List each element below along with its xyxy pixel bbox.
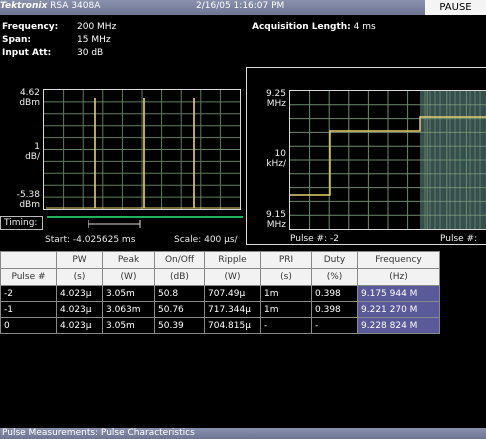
table-cell: 3.05m xyxy=(102,285,155,302)
status-bar: Pulse Measurements: Pulse Characteristic… xyxy=(0,428,486,439)
column-unit: (Hz) xyxy=(357,268,440,286)
column-header: Peak xyxy=(102,251,155,269)
frequency-graticule xyxy=(290,91,486,229)
table-cell: 4.023µ xyxy=(56,301,103,318)
timing-window-marker[interactable] xyxy=(88,220,148,230)
table-cell: 0.398 xyxy=(311,285,358,302)
column-unit: (s) xyxy=(260,268,312,286)
column-header: PRI xyxy=(260,251,312,269)
frequency-cell: 9.228 824 M xyxy=(357,317,440,334)
left-top-unit: dBm xyxy=(19,98,40,108)
table-cell: 1m xyxy=(260,301,312,318)
table-cell: 50.39 xyxy=(154,317,205,334)
frequency-label: Frequency: xyxy=(2,22,59,32)
frequency-value: 200 MHz xyxy=(77,22,117,32)
span-value: 15 MHz xyxy=(77,35,111,45)
column-header: On/Off xyxy=(154,251,205,269)
column-header: Ripple xyxy=(204,251,261,269)
table-cell: 704.815µ xyxy=(204,317,261,334)
left-scale-value: 1 xyxy=(34,142,40,152)
timing-bar[interactable]: Timing: xyxy=(0,216,244,230)
acquisition-label: Acquisition Length: xyxy=(252,22,351,32)
power-vs-time-plot[interactable] xyxy=(43,89,241,210)
time-scale-label: Scale: 400 µs/ xyxy=(174,235,238,245)
input-att-readout: Input Att: xyxy=(2,48,51,58)
table-cell: 4.023µ xyxy=(56,317,103,334)
frequency-vs-time-plot[interactable] xyxy=(289,90,486,230)
instrument-name: Tektronix RSA 3408A xyxy=(0,1,100,11)
pulse-number-right: Pulse #: xyxy=(440,234,478,244)
datetime: 2/16/05 1:16:07 PM xyxy=(196,1,285,11)
pulse-number-cell: -2 xyxy=(0,285,57,302)
right-scale-value: 10 xyxy=(274,149,286,159)
column-header: Duty xyxy=(311,251,358,269)
column-header: PW xyxy=(56,251,103,269)
table-cell: 3.05m xyxy=(102,317,155,334)
timing-track xyxy=(47,216,243,218)
table-row[interactable]: -2 4.023µ 3.05m 50.8 707.49µ 1m 0.398 9.… xyxy=(0,285,440,302)
table-cell: 707.49µ xyxy=(204,285,261,302)
frequency-cell: 9.175 944 M xyxy=(357,285,440,302)
right-top-unit: MHz xyxy=(266,99,286,109)
table-row[interactable]: 0 4.023µ 3.05m 50.39 704.815µ - - 9.228 … xyxy=(0,317,440,334)
table-cell: 4.023µ xyxy=(56,285,103,302)
table-cell: 50.8 xyxy=(154,285,205,302)
span-readout: Span: xyxy=(2,35,31,45)
right-bottom-value: 9.15 xyxy=(265,210,286,220)
acquisition-value: 4 ms xyxy=(353,22,376,32)
left-bottom-unit: dBm xyxy=(19,200,40,210)
right-bottom-unit: MHz xyxy=(266,220,286,230)
column-unit: (W) xyxy=(102,268,155,286)
model-name: RSA 3408A xyxy=(50,1,101,11)
column-unit: (%) xyxy=(311,268,358,286)
column-header xyxy=(0,251,57,269)
pulse-number-cell: -1 xyxy=(0,301,57,318)
column-header: Pulse # xyxy=(0,268,57,286)
pulse-number-left: Pulse #: -2 xyxy=(290,234,339,244)
power-graticule xyxy=(44,90,240,209)
right-top-value: 9.25 xyxy=(265,89,286,99)
table-cell: 1m xyxy=(260,285,312,302)
acquisition-readout: Acquisition Length: 4 ms xyxy=(252,22,376,32)
grid-lines xyxy=(44,90,240,209)
frequency-cell: 9.221 270 M xyxy=(357,301,440,318)
table-cell: 0.398 xyxy=(311,301,358,318)
frequency-readout: Frequency: xyxy=(2,22,58,32)
column-header: Frequency xyxy=(357,251,440,269)
input-att-label: Input Att: xyxy=(2,48,52,58)
table-header-row: Pulse # (s) (W) (dB) (W) (s) (%) (Hz) xyxy=(0,268,440,286)
start-time-label: Start: -4.025625 ms xyxy=(45,235,136,245)
table-cell: 3.063m xyxy=(102,301,155,318)
brand-logo: Tektronix xyxy=(0,1,48,11)
table-cell: 717.344µ xyxy=(204,301,261,318)
span-label: Span: xyxy=(2,35,32,45)
column-unit: (W) xyxy=(204,268,261,286)
timing-label: Timing: xyxy=(0,216,43,230)
table-cell: - xyxy=(311,317,358,334)
table-cell: 50.76 xyxy=(154,301,205,318)
pulse-number-cell: 0 xyxy=(0,317,57,334)
left-bottom-value: -5.38 xyxy=(16,190,40,200)
column-unit: (s) xyxy=(56,268,103,286)
table-row[interactable]: -1 4.023µ 3.063m 50.76 717.344µ 1m 0.398… xyxy=(0,301,440,318)
pulse-results-table: PW Peak On/Off Ripple PRI Duty Frequency… xyxy=(0,251,440,334)
left-top-value: 4.62 xyxy=(19,88,40,98)
left-scale-unit: dB/ xyxy=(25,152,40,162)
table-cell: - xyxy=(260,317,312,334)
input-att-value: 30 dB xyxy=(77,48,104,58)
right-scale-unit: kHz/ xyxy=(266,159,286,169)
table-header-row: PW Peak On/Off Ripple PRI Duty Frequency xyxy=(0,251,440,269)
column-unit: (dB) xyxy=(154,268,205,286)
pause-button[interactable]: PAUSE xyxy=(425,0,486,15)
title-bar: Tektronix RSA 3408A 2/16/05 1:16:07 PM P… xyxy=(0,0,486,15)
